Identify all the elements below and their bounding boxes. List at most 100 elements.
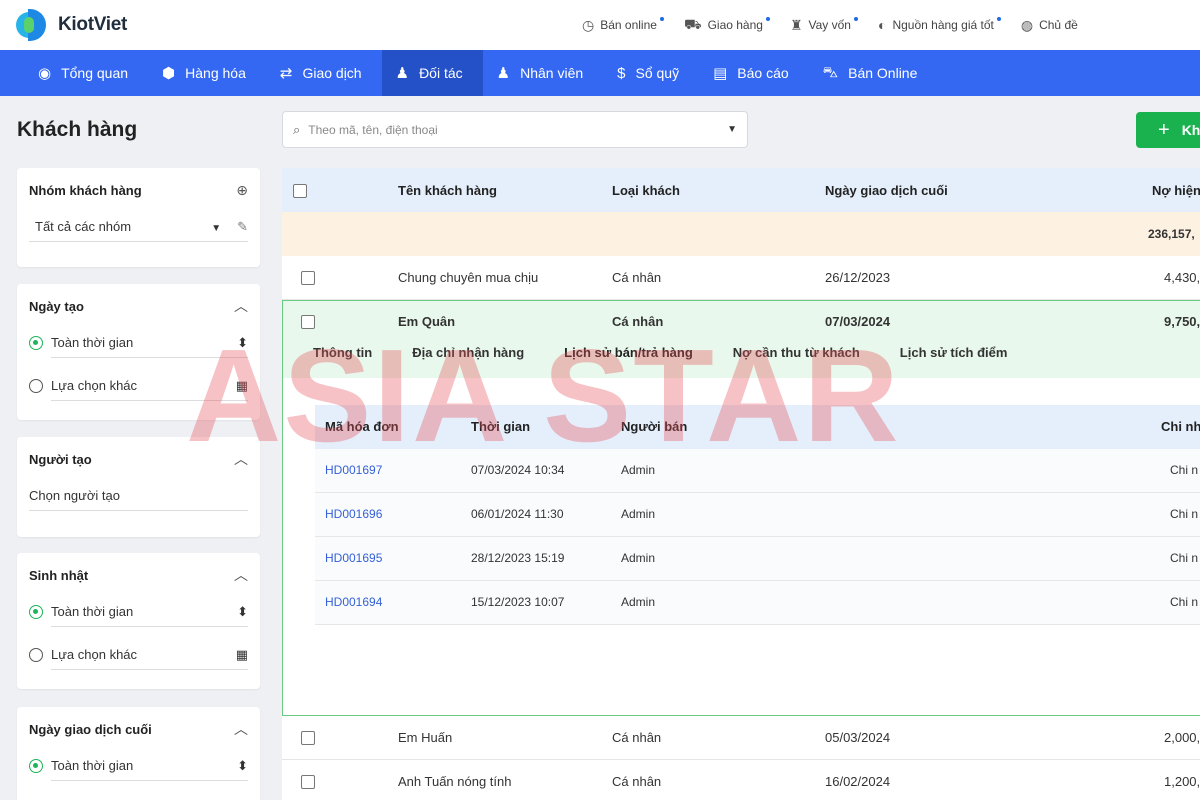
panel-title: Nhóm khách hàng bbox=[29, 182, 142, 198]
last-trade-date: 05/03/2024 bbox=[825, 730, 891, 745]
search-box: ⌕ ▼ bbox=[282, 111, 748, 148]
chevron-up-icon[interactable]: ︿ bbox=[234, 565, 248, 585]
detail-tabs: Thông tin Địa chỉ nhận hàng Lịch sử bán/… bbox=[313, 345, 1047, 375]
radio-selected[interactable] bbox=[29, 759, 43, 773]
tab-receivables[interactable]: Nợ cần thu từ khách bbox=[733, 345, 860, 375]
nav-overview[interactable]: ◉ Tổng quan bbox=[24, 50, 148, 96]
invoice-row[interactable]: HD001697 07/03/2024 10:34 Admin Chi n bbox=[315, 449, 1200, 493]
invoice-link[interactable]: HD001696 bbox=[325, 507, 382, 521]
toplink-delivery[interactable]: ⛟ Giao hàng bbox=[684, 16, 770, 35]
table-row[interactable]: Em Huấn Cá nhân 05/03/2024 2,000, bbox=[282, 716, 1200, 760]
group-select[interactable]: Tất cả các nhóm ▼ ✎ bbox=[29, 212, 248, 242]
sort-arrows-icon[interactable]: ⬍ bbox=[237, 604, 248, 620]
filter-customer-group: Nhóm khách hàng ⊕ Tất cả các nhóm ▼ ✎ bbox=[17, 168, 260, 267]
truck-icon: ⛟ bbox=[683, 15, 702, 32]
radio-unselected[interactable] bbox=[29, 648, 43, 662]
nav-label: Tổng quan bbox=[61, 65, 129, 81]
toplink-suppliers[interactable]: ◐ Nguồn hàng giá tốt bbox=[878, 17, 1001, 33]
col-last-trade[interactable]: Ngày giao dịch cuối bbox=[825, 183, 948, 198]
nav-cashbook[interactable]: $ Sổ quỹ bbox=[603, 50, 699, 96]
radio-selected[interactable] bbox=[29, 605, 43, 619]
invoice-row[interactable]: HD001695 28/12/2023 15:19 Admin Chi n bbox=[315, 537, 1200, 581]
option-label: Toàn thời gian bbox=[51, 758, 134, 773]
invoice-link[interactable]: HD001694 bbox=[325, 595, 382, 609]
search-input[interactable] bbox=[308, 122, 728, 137]
option-all-time[interactable]: Toàn thời gian ⬍ bbox=[29, 597, 248, 627]
invoice-time: 07/03/2024 10:34 bbox=[471, 463, 565, 477]
option-all-time[interactable]: Toàn thời gian ⬍ bbox=[29, 328, 248, 358]
row-checkbox[interactable] bbox=[301, 775, 315, 789]
chevron-up-icon[interactable]: ︿ bbox=[234, 449, 248, 469]
add-customer-button[interactable]: + Kh bbox=[1136, 112, 1200, 148]
row-checkbox[interactable] bbox=[301, 731, 315, 745]
chevron-up-icon[interactable]: ︿ bbox=[234, 719, 248, 739]
tab-sales-history[interactable]: Lịch sử bán/trả hàng bbox=[564, 345, 693, 375]
option-field: Lựa chọn khác ▦ bbox=[51, 371, 248, 401]
sort-arrows-icon[interactable]: ⬍ bbox=[237, 758, 248, 774]
sort-arrows-icon[interactable]: ⬍ bbox=[237, 335, 248, 351]
tab-points-history[interactable]: Lịch sử tích điểm bbox=[900, 345, 1008, 375]
creator-select[interactable]: Chọn người tạo bbox=[29, 481, 248, 511]
option-all-time[interactable]: Toàn thời gian ⬍ bbox=[29, 751, 248, 781]
top-bar: KiotViet ◷ Bán online ⛟ Giao hàng ♜ Vay … bbox=[0, 0, 1200, 50]
expanded-customer-detail: Em Quân Cá nhân 07/03/2024 9,750, Thông … bbox=[282, 300, 1200, 716]
tab-info[interactable]: Thông tin bbox=[313, 345, 372, 375]
radio-unselected[interactable] bbox=[29, 379, 43, 393]
sales-history-table: Mã hóa đơn Thời gian Người bán Chi nh HD… bbox=[315, 405, 1200, 625]
col-debt[interactable]: Nợ hiện bbox=[1152, 183, 1200, 198]
toplink-label: Giao hàng bbox=[707, 18, 763, 32]
summary-row: 236,157, bbox=[282, 212, 1200, 256]
col-name[interactable]: Tên khách hàng bbox=[398, 183, 497, 198]
expanded-row-header[interactable]: Em Quân Cá nhân 07/03/2024 9,750, Thông … bbox=[283, 301, 1200, 378]
row-checkbox[interactable] bbox=[301, 315, 315, 329]
option-other[interactable]: Lựa chọn khác ▦ bbox=[29, 371, 248, 401]
invoice-branch: Chi n bbox=[1170, 595, 1199, 609]
invoice-link[interactable]: HD001695 bbox=[325, 551, 382, 565]
brand-logo[interactable]: KiotViet bbox=[16, 9, 127, 41]
calendar-icon[interactable]: ▦ bbox=[236, 647, 248, 663]
panel-header: Ngày tạo ︿ bbox=[29, 284, 248, 328]
row-checkbox[interactable] bbox=[301, 271, 315, 285]
toplink-label: Vay vốn bbox=[808, 18, 851, 32]
last-trade-date: 16/02/2024 bbox=[825, 774, 891, 789]
invoice-seller: Admin bbox=[621, 551, 656, 565]
nav-products[interactable]: ⬢ Hàng hóa bbox=[148, 50, 266, 96]
nav-label: Báo cáo bbox=[737, 65, 789, 81]
select-all-checkbox[interactable] bbox=[293, 184, 307, 198]
toplink-theme[interactable]: ◍ Chủ đề bbox=[1021, 17, 1078, 34]
page-title: Khách hàng bbox=[17, 118, 138, 141]
invoice-row[interactable]: HD001694 15/12/2023 10:07 Admin Chi n bbox=[315, 581, 1200, 625]
panel-header: Sinh nhật ︿ bbox=[29, 553, 248, 597]
invoice-link[interactable]: HD001697 bbox=[325, 463, 382, 477]
toplink-loan[interactable]: ♜ Vay vốn bbox=[790, 17, 858, 34]
invoice-row[interactable]: HD001696 06/01/2024 11:30 Admin Chi n bbox=[315, 493, 1200, 537]
tab-shipping-address[interactable]: Địa chỉ nhận hàng bbox=[412, 345, 524, 375]
filter-creator: Người tạo ︿ Chọn người tạo bbox=[17, 437, 260, 537]
invoice-branch: Chi n bbox=[1170, 463, 1199, 477]
radio-selected[interactable] bbox=[29, 336, 43, 350]
calendar-icon[interactable]: ▦ bbox=[236, 378, 248, 394]
caret-down-icon[interactable]: ▼ bbox=[727, 124, 737, 135]
nav-partners[interactable]: ♟ Đối tác bbox=[381, 50, 483, 96]
col-type[interactable]: Loại khách bbox=[612, 183, 680, 198]
nav-staff[interactable]: ♟ Nhân viên bbox=[483, 50, 604, 96]
debt-value: 9,750, bbox=[1164, 314, 1200, 329]
toplink-online-sales[interactable]: ◷ Bán online bbox=[582, 17, 664, 34]
invoice-time: 15/12/2023 10:07 bbox=[471, 595, 565, 609]
option-other[interactable]: Lựa chọn khác ▦ bbox=[29, 640, 248, 670]
subtable-header: Mã hóa đơn Thời gian Người bán Chi nh bbox=[315, 405, 1200, 449]
dollar-icon: $ bbox=[617, 64, 626, 82]
customer-name: Em Quân bbox=[398, 314, 456, 329]
nav-transactions[interactable]: ⇄ Giao dịch bbox=[266, 50, 382, 96]
last-trade-date: 26/12/2023 bbox=[825, 270, 891, 285]
table-row[interactable]: Chung chuyên mua chịu Cá nhân 26/12/2023… bbox=[282, 256, 1200, 300]
nav-online-sales[interactable]: ⛍ Bán Online bbox=[809, 50, 938, 96]
chevron-up-icon[interactable]: ︿ bbox=[234, 296, 248, 316]
add-circle-icon[interactable]: ⊕ bbox=[236, 182, 248, 199]
option-field: Lựa chọn khác ▦ bbox=[51, 640, 248, 670]
table-row[interactable]: Anh Tuấn nóng tính Cá nhân 16/02/2024 1,… bbox=[282, 760, 1200, 800]
nav-reports[interactable]: ▤ Báo cáo bbox=[699, 50, 809, 96]
customer-table: Tên khách hàng Loại khách Ngày giao dịch… bbox=[282, 168, 1200, 800]
summary-debt: 236,157, bbox=[1148, 227, 1195, 241]
pencil-icon[interactable]: ✎ bbox=[237, 219, 248, 234]
